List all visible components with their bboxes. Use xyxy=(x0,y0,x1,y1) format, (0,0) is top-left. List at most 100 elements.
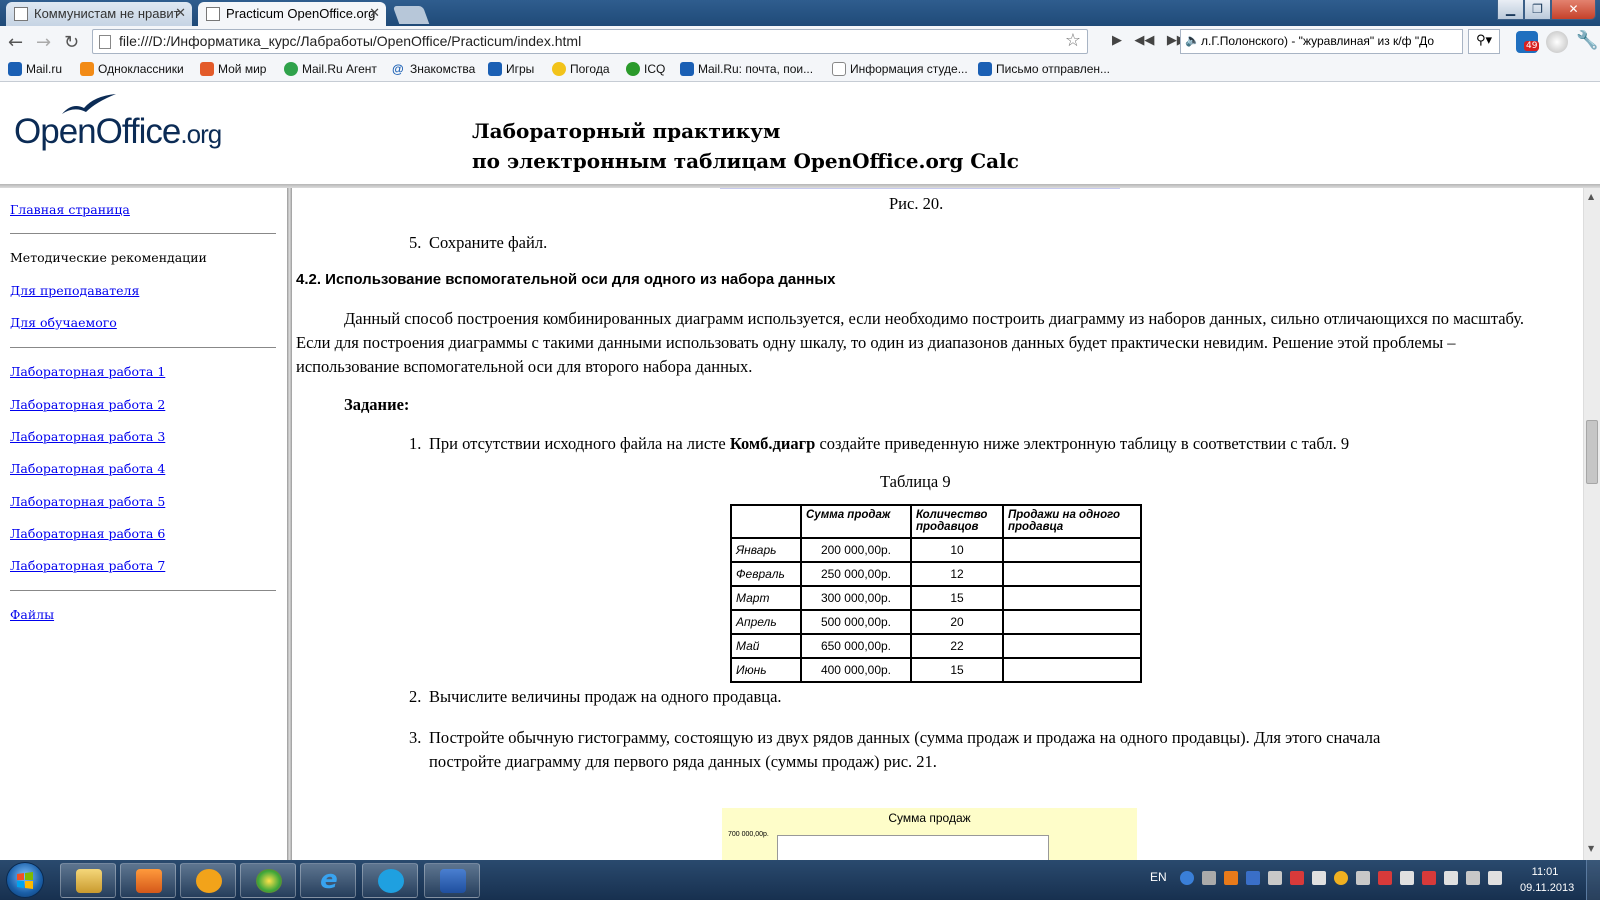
tray-app-icon[interactable] xyxy=(1422,871,1436,885)
vertical-scrollbar[interactable]: ▲ ▼ xyxy=(1583,188,1600,860)
close-tab-icon[interactable]: ✕ xyxy=(369,5,380,21)
sidebar-item-lab-6[interactable]: Лабораторная работа 6 xyxy=(10,526,165,541)
table-cell: 200 000,00р. xyxy=(800,537,912,563)
sidebar-item-lab-5[interactable]: Лабораторная работа 5 xyxy=(10,494,165,509)
table-cell: 22 xyxy=(910,633,1004,659)
bookmark-igry[interactable]: Игры xyxy=(488,62,534,76)
show-desktop-button[interactable] xyxy=(1586,860,1600,900)
bookmark-star-icon[interactable]: ☆ xyxy=(1065,30,1081,51)
sidebar-item-files[interactable]: Файлы xyxy=(10,607,54,622)
reload-icon[interactable]: ↻ xyxy=(64,32,79,53)
bookmark-pogoda[interactable]: Погода xyxy=(552,62,610,76)
table-cell xyxy=(1002,633,1142,659)
maximize-button[interactable]: ❐ xyxy=(1524,0,1551,20)
table-header-cell: Сумма продаж xyxy=(800,504,912,539)
scrollbar-thumb[interactable] xyxy=(1586,420,1598,484)
start-button[interactable] xyxy=(6,862,44,898)
tray-app-icon[interactable] xyxy=(1312,871,1326,885)
table-cell: 500 000,00р. xyxy=(800,609,912,635)
table-header-row: Сумма продаж Количество продавцов Продаж… xyxy=(730,504,1142,539)
table-cell xyxy=(1002,561,1142,587)
table-cell: 20 xyxy=(910,609,1004,635)
address-bar[interactable]: file:///D:/Информатика_курс/Лабработы/Op… xyxy=(92,29,1088,54)
taskbar-skype[interactable] xyxy=(362,863,418,898)
sidebar-item-teacher[interactable]: Для преподавателя xyxy=(10,283,139,298)
taskbar-media-player[interactable] xyxy=(120,863,176,898)
tab-practicum[interactable]: Practicum OpenOffice.org ✕ xyxy=(198,2,386,26)
sidebar-item-student[interactable]: Для обучаемого xyxy=(10,315,117,330)
sidebar-item-lab-1[interactable]: Лабораторная работа 1 xyxy=(10,364,165,379)
close-window-button[interactable]: ✕ xyxy=(1551,0,1596,20)
sidebar-item-lab-2[interactable]: Лабораторная работа 2 xyxy=(10,397,165,412)
tray-app-icon[interactable] xyxy=(1356,871,1370,885)
minimize-button[interactable]: ▁ xyxy=(1497,0,1524,20)
bookmark-odnoklassniki[interactable]: Одноклассники xyxy=(80,62,184,76)
tray-app-icon[interactable] xyxy=(1378,871,1392,885)
taskbar-mail-agent[interactable] xyxy=(180,863,236,898)
tab-communists[interactable]: Коммунистам не нравит ✕ xyxy=(6,2,192,26)
page-icon xyxy=(832,62,846,76)
back-icon[interactable]: ← xyxy=(8,32,23,53)
rewind-icon[interactable]: ◀◀ xyxy=(1134,33,1154,48)
bookmark-icq[interactable]: ICQ xyxy=(626,62,665,76)
sidebar-item-lab-7[interactable]: Лабораторная работа 7 xyxy=(10,558,165,573)
list-item-number: 5. xyxy=(409,233,422,252)
radio-track-text: л.Г.Полонского) - "журавлиная" из к/ф "Д… xyxy=(1201,34,1435,48)
address-url[interactable]: file:///D:/Информатика_курс/Лабработы/Op… xyxy=(119,33,581,49)
bookmark-moy-mir[interactable]: Мой мир xyxy=(200,62,266,76)
new-tab-button[interactable] xyxy=(392,6,430,24)
play-icon[interactable]: ▶ xyxy=(1112,33,1122,48)
agent-icon xyxy=(284,62,298,76)
tray-app-icon[interactable] xyxy=(1290,871,1304,885)
table-cell: 15 xyxy=(910,657,1004,683)
taskbar-browser[interactable] xyxy=(240,863,296,898)
tray-app-icon[interactable] xyxy=(1334,871,1348,885)
tray-arrow-icon[interactable] xyxy=(1202,871,1216,885)
windows-logo-icon xyxy=(17,872,33,889)
battery-icon[interactable] xyxy=(1444,871,1458,885)
chart-y-tick: 700 000,00р. xyxy=(728,831,769,838)
close-tab-icon[interactable]: ✕ xyxy=(175,5,186,21)
bookmark-znakomstva[interactable]: @ Знакомства xyxy=(392,62,475,76)
page-icon xyxy=(99,35,111,49)
list-item: Вычислите величины продаж на одного прод… xyxy=(429,687,782,706)
skype-icon xyxy=(378,869,404,893)
forward-icon[interactable]: → xyxy=(36,32,51,53)
system-clock[interactable]: 11:01 09.11.2013 xyxy=(1520,864,1574,896)
search-icon[interactable]: ⚲▾ xyxy=(1468,29,1500,54)
signal-icon[interactable] xyxy=(1466,871,1480,885)
page-title-line1: Лабораторный практикум xyxy=(472,119,781,143)
sheet-name: Комб.диагр xyxy=(729,434,816,453)
sidebar-divider xyxy=(10,590,276,591)
bookmark-mailru-pochta[interactable]: Mail.Ru: почта, пои... xyxy=(680,62,813,76)
wrench-menu-icon[interactable]: 🔧 xyxy=(1576,30,1598,51)
at-icon: @ xyxy=(392,62,404,76)
sidebar-item-lab-4[interactable]: Лабораторная работа 4 xyxy=(10,461,165,476)
speaker-icon[interactable]: 🔈 xyxy=(1185,33,1200,47)
tray-app-icon[interactable] xyxy=(1400,871,1414,885)
notification-badge: 49 xyxy=(1524,41,1540,51)
mail-agent-icon[interactable]: 49 xyxy=(1516,31,1540,53)
language-indicator[interactable]: EN xyxy=(1150,870,1167,884)
taskbar-word[interactable] xyxy=(424,863,480,898)
sidebar-item-home[interactable]: Главная страница xyxy=(10,202,130,217)
tray-app-icon[interactable] xyxy=(1268,871,1282,885)
bluetooth-icon[interactable] xyxy=(1246,871,1260,885)
moy-mir-icon xyxy=(200,62,214,76)
bookmark-mailru-agent[interactable]: Mail.Ru Агент xyxy=(284,62,377,76)
extension-icon[interactable] xyxy=(1546,31,1568,53)
sidebar-item-lab-3[interactable]: Лабораторная работа 3 xyxy=(10,429,165,444)
bookmark-pismo[interactable]: Письмо отправлен... xyxy=(978,62,1110,76)
help-icon[interactable] xyxy=(1180,871,1194,885)
taskbar-ie[interactable]: e xyxy=(300,863,356,898)
scroll-up-icon[interactable]: ▲ xyxy=(1588,192,1594,201)
taskbar-explorer[interactable] xyxy=(60,863,116,898)
table-cell: 650 000,00р. xyxy=(800,633,912,659)
bookmark-mailru[interactable]: Mail.ru xyxy=(8,62,62,76)
mailru-icon xyxy=(680,62,694,76)
bookmark-informatsiya[interactable]: Информация студе... xyxy=(832,62,968,76)
radio-now-playing[interactable]: 🔈 л.Г.Полонского) - "журавлиная" из к/ф … xyxy=(1180,29,1463,54)
volume-icon[interactable] xyxy=(1488,871,1502,885)
scroll-down-icon[interactable]: ▼ xyxy=(1588,844,1594,853)
tray-app-icon[interactable] xyxy=(1224,871,1238,885)
